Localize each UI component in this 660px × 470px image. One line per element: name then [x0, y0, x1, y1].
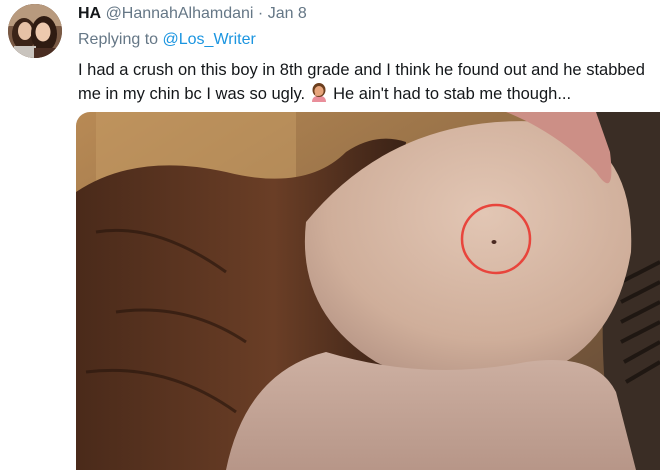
chin-photo-image — [76, 112, 660, 470]
tweet-text-segment: He ain't had to stab me though... — [333, 85, 572, 103]
display-name[interactable]: HA — [78, 5, 101, 22]
reply-mention-link[interactable]: @Los_Writer — [163, 31, 256, 48]
tweet-header: HA @HannahAlhamdani · Jan 8 — [78, 4, 307, 24]
tweet-text: I had a crush on this boy in 8th grade a… — [78, 58, 653, 109]
tweet: HA @HannahAlhamdani · Jan 8 Replying to … — [0, 0, 660, 470]
separator-dot: · — [257, 5, 264, 22]
tweet-text-line-1: I had a crush on this boy in 8th grade a… — [78, 61, 645, 79]
replying-to: Replying to @Los_Writer — [78, 30, 256, 50]
replying-label: Replying to — [78, 31, 159, 48]
tweet-media-photo[interactable] — [76, 112, 660, 470]
user-handle[interactable]: @HannahAlhamdani — [106, 5, 254, 22]
avatar[interactable] — [8, 4, 62, 58]
tweet-text-segment: me in my chin bc I was so ugly. — [78, 85, 306, 103]
facepalm-emoji-icon — [309, 82, 329, 109]
tweet-text-line-2: me in my chin bc I was so ugly. He ain't… — [78, 82, 653, 109]
profile-photo-icon — [8, 4, 62, 58]
tweet-date[interactable]: Jan 8 — [268, 5, 307, 22]
